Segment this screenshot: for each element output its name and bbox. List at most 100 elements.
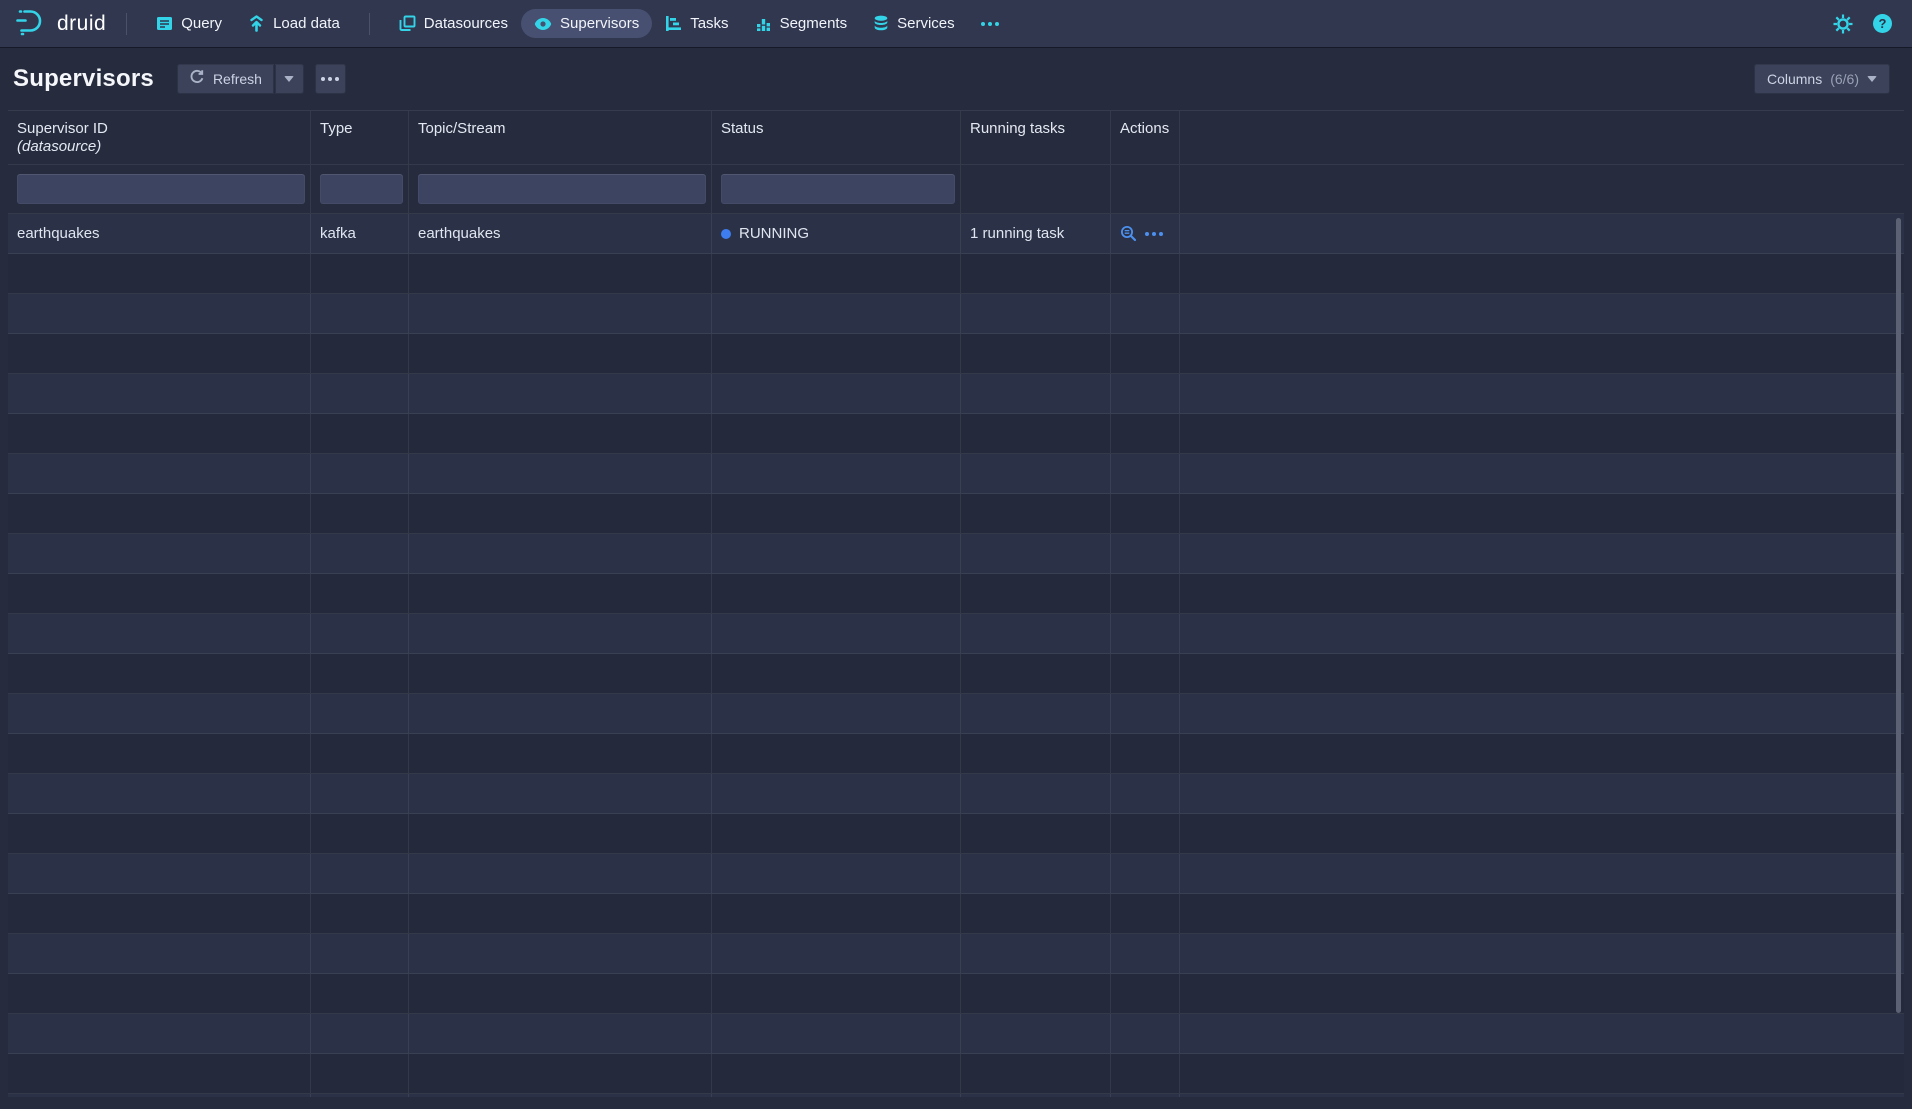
column-header-label: Topic/Stream: [418, 120, 706, 138]
empty-cell-filler: [1180, 974, 1904, 1013]
column-header-label: Type: [320, 120, 403, 138]
empty-cell: [8, 614, 311, 653]
cell-supervisor-id[interactable]: earthquakes: [8, 214, 311, 253]
empty-cell: [8, 334, 311, 373]
empty-cell: [1111, 1014, 1180, 1053]
nav-item-query[interactable]: Query: [143, 9, 235, 38]
empty-cell: [961, 294, 1111, 333]
empty-cell: [961, 1094, 1111, 1097]
column-header-type[interactable]: Type: [311, 111, 409, 164]
cell-actions: [1111, 214, 1180, 253]
status-running-dot-icon: [721, 229, 731, 239]
table-body: earthquakes kafka earthquakes RUNNING 1 …: [8, 214, 1904, 1097]
filter-cell: [961, 165, 1111, 213]
empty-cell: [409, 334, 712, 373]
empty-cell-filler: [1180, 654, 1904, 693]
empty-cell-filler: [1180, 374, 1904, 413]
help-icon[interactable]: ?: [1873, 14, 1892, 33]
empty-cell: [1111, 534, 1180, 573]
nav-item-datasources[interactable]: Datasources: [386, 9, 521, 38]
table-row-empty: [8, 614, 1904, 654]
empty-cell: [409, 814, 712, 853]
column-header-topic-stream[interactable]: Topic/Stream: [409, 111, 712, 164]
empty-cell: [409, 694, 712, 733]
columns-count: (6/6): [1830, 71, 1859, 87]
empty-cell: [1111, 774, 1180, 813]
filter-supervisor-id-input[interactable]: [17, 174, 305, 204]
empty-cell: [1111, 254, 1180, 293]
refresh-label: Refresh: [213, 71, 262, 87]
empty-cell: [311, 1014, 409, 1053]
table-row-empty: [8, 774, 1904, 814]
settings-gear-icon[interactable]: [1833, 14, 1853, 34]
empty-cell: [1111, 894, 1180, 933]
empty-cell: [712, 294, 961, 333]
empty-cell: [8, 654, 311, 693]
empty-cell-filler: [1180, 854, 1904, 893]
query-icon: [156, 15, 173, 32]
nav-item-tasks[interactable]: Tasks: [652, 9, 741, 38]
empty-cell-filler: [1180, 1054, 1904, 1093]
column-header-supervisor-id[interactable]: Supervisor ID (datasource): [8, 111, 311, 164]
empty-cell: [409, 494, 712, 533]
empty-cell: [409, 254, 712, 293]
supervisors-table: Supervisor ID (datasource) Type Topic/St…: [8, 110, 1904, 1097]
status-text: RUNNING: [739, 225, 809, 242]
filter-type-input[interactable]: [320, 174, 403, 204]
nav-item-more[interactable]: [968, 16, 1012, 32]
empty-cell: [961, 854, 1111, 893]
filter-cell: [712, 165, 961, 213]
empty-cell: [311, 534, 409, 573]
nav-item-segments[interactable]: Segments: [742, 9, 861, 38]
empty-cell-filler: [1180, 774, 1904, 813]
vertical-scrollbar[interactable]: [1896, 218, 1901, 1013]
empty-cell: [409, 774, 712, 813]
empty-cell: [961, 1014, 1111, 1053]
chevron-down-icon: [284, 76, 294, 82]
table-row-empty: [8, 294, 1904, 334]
empty-cell: [409, 414, 712, 453]
column-header-actions[interactable]: Actions: [1111, 111, 1180, 164]
empty-cell: [409, 1014, 712, 1053]
empty-cell: [1111, 1054, 1180, 1093]
empty-cell: [311, 254, 409, 293]
table-row-empty: [8, 374, 1904, 414]
table-row-empty: [8, 854, 1904, 894]
empty-cell: [1111, 734, 1180, 773]
filter-topic-stream-input[interactable]: [418, 174, 706, 204]
inspect-magnifier-icon[interactable]: [1120, 225, 1137, 242]
empty-cell-filler: [1180, 294, 1904, 333]
column-header-status[interactable]: Status: [712, 111, 961, 164]
nav-item-load-data[interactable]: Load data: [235, 9, 353, 38]
columns-button[interactable]: Columns (6/6): [1754, 64, 1890, 94]
nav-item-supervisors[interactable]: Supervisors: [521, 9, 652, 38]
empty-cell: [311, 734, 409, 773]
filter-status-input[interactable]: [721, 174, 955, 204]
table-row-empty: [8, 654, 1904, 694]
empty-cell: [961, 654, 1111, 693]
nav-item-label: Datasources: [424, 15, 508, 32]
table-row-empty: [8, 254, 1904, 294]
empty-cell: [409, 854, 712, 893]
empty-cell: [8, 1014, 311, 1053]
empty-cell: [311, 1094, 409, 1097]
empty-cell: [1111, 654, 1180, 693]
refresh-button[interactable]: Refresh: [177, 64, 274, 94]
empty-cell: [311, 894, 409, 933]
empty-cell: [1111, 414, 1180, 453]
empty-cell: [712, 614, 961, 653]
empty-cell: [8, 374, 311, 413]
empty-cell-filler: [1180, 1094, 1904, 1097]
empty-cell: [1111, 974, 1180, 1013]
empty-cell-filler: [1180, 334, 1904, 373]
row-more-actions-icon[interactable]: [1145, 232, 1163, 236]
refresh-interval-caret-button[interactable]: [275, 64, 304, 94]
nav-item-services[interactable]: Services: [860, 9, 968, 38]
cell-type: kafka: [311, 214, 409, 253]
empty-cell: [8, 814, 311, 853]
empty-cell-filler: [1180, 1014, 1904, 1053]
column-header-running-tasks[interactable]: Running tasks: [961, 111, 1111, 164]
more-actions-button[interactable]: [315, 64, 346, 94]
druid-logo[interactable]: druid: [14, 6, 106, 41]
empty-cell: [961, 894, 1111, 933]
